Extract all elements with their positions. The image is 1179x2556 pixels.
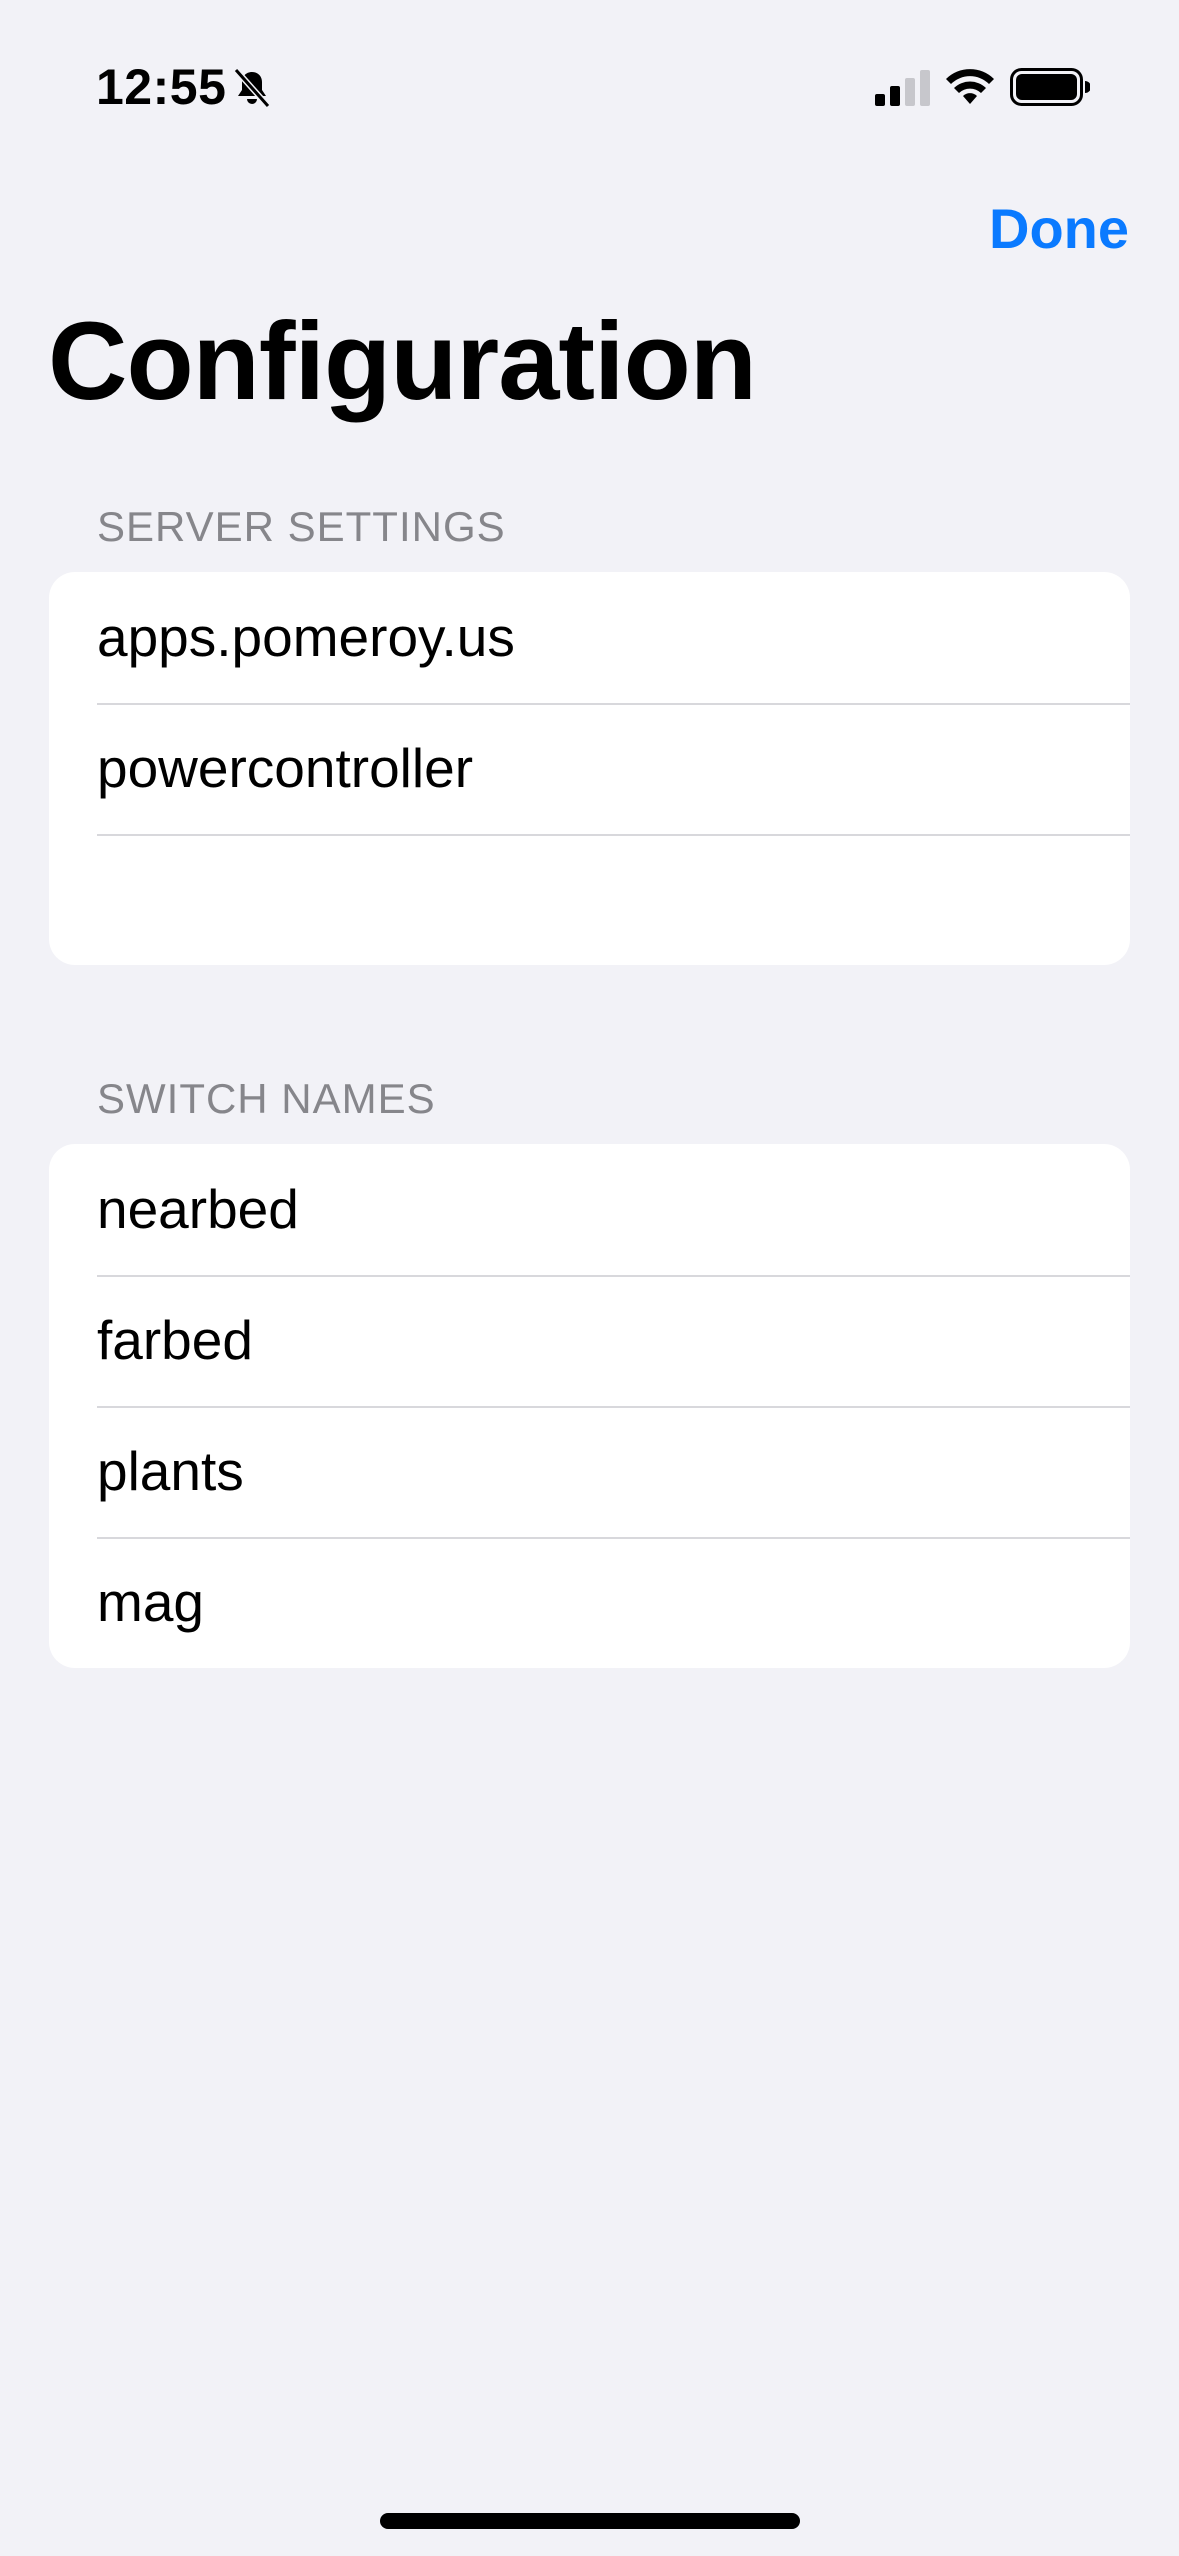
- page-title: Configuration: [48, 300, 757, 423]
- switch-name-value: mag: [97, 1571, 204, 1633]
- switch-name-value: plants: [97, 1440, 244, 1502]
- section-header-server-settings: SERVER SETTINGS: [97, 503, 506, 550]
- wifi-icon: [946, 69, 994, 104]
- done-button[interactable]: Done: [989, 196, 1129, 261]
- status-bar: 12:55: [0, 0, 1179, 150]
- cellular-signal-icon: [875, 70, 930, 106]
- battery-icon: [1010, 68, 1090, 106]
- switch-name-field[interactable]: nearbed: [49, 1144, 1130, 1275]
- bell-slash-icon: [233, 68, 271, 108]
- switch-name-value: nearbed: [97, 1178, 299, 1240]
- server-app-value: powercontroller: [97, 737, 474, 799]
- server-app-field[interactable]: powercontroller: [49, 703, 1130, 834]
- switch-name-field[interactable]: mag: [49, 1537, 1130, 1668]
- switch-names-group: nearbed farbed plants mag: [49, 1144, 1130, 1668]
- server-settings-group: apps.pomeroy.us powercontroller: [49, 572, 1130, 965]
- section-header-switch-names: SWITCH NAMES: [97, 1075, 436, 1122]
- server-host-value: apps.pomeroy.us: [97, 606, 515, 668]
- switch-name-field[interactable]: plants: [49, 1406, 1130, 1537]
- home-indicator[interactable]: [380, 2513, 800, 2529]
- switch-name-field[interactable]: farbed: [49, 1275, 1130, 1406]
- status-time: 12:55: [96, 59, 227, 115]
- server-empty-field[interactable]: [49, 834, 1130, 965]
- server-host-field[interactable]: apps.pomeroy.us: [49, 572, 1130, 703]
- switch-name-value: farbed: [97, 1309, 253, 1371]
